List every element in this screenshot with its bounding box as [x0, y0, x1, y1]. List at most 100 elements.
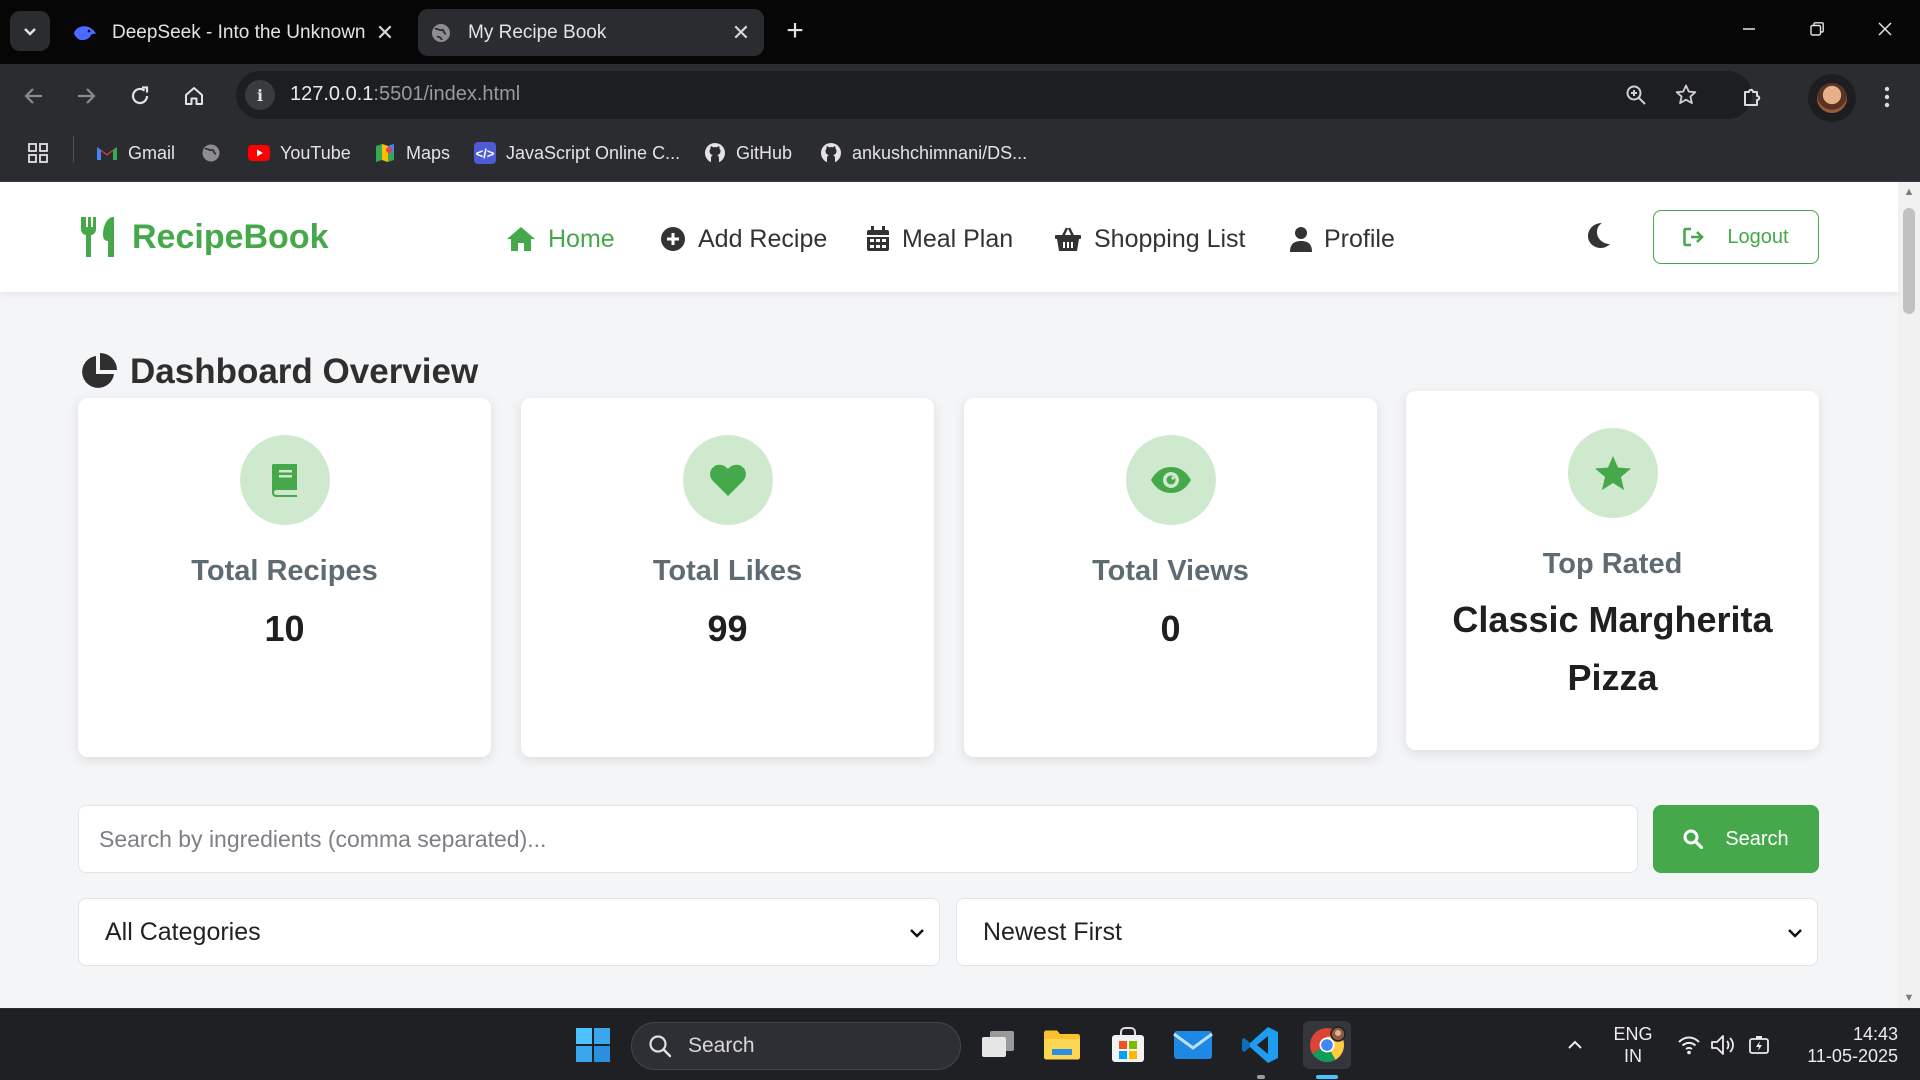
clock[interactable]: 14:43 11-05-2025 [1792, 1023, 1898, 1067]
running-indicator [1257, 1075, 1265, 1079]
extensions-button[interactable] [1734, 78, 1772, 116]
scroll-down-icon[interactable]: ▼ [1903, 992, 1915, 1004]
minimize-icon [1743, 28, 1755, 30]
address-bar[interactable]: i 127.0.0.1:5501/index.html [236, 71, 1752, 119]
globe-icon [200, 142, 222, 164]
taskbar-search[interactable]: Search [631, 1022, 961, 1070]
windows-taskbar: Search ENG IN 14:43 11-05-2025 [0, 1008, 1920, 1080]
bookmark-globe[interactable] [200, 138, 232, 168]
tab-title: DeepSeek - Into the Unknown [112, 21, 366, 43]
category-select[interactable]: All Categories [78, 898, 940, 966]
chrome-icon [1310, 1026, 1346, 1062]
basket-icon [1055, 227, 1081, 251]
vscode-button[interactable] [1236, 1021, 1284, 1069]
browser-tab-recipe-book[interactable]: My Recipe Book ✕ [418, 9, 764, 56]
battery-icon[interactable] [1745, 1031, 1773, 1059]
stat-label: Total Likes [652, 555, 803, 587]
utensils-icon [81, 217, 114, 257]
bookmark-github[interactable]: GitHub [704, 138, 792, 168]
github-icon [820, 142, 842, 164]
scroll-up-icon[interactable]: ▲ [1903, 186, 1915, 198]
stat-label: Total Recipes [191, 555, 378, 587]
close-icon[interactable]: ✕ [726, 20, 756, 46]
nav-profile[interactable]: Profile [1290, 222, 1395, 256]
mail-button[interactable] [1169, 1021, 1217, 1069]
file-explorer-button[interactable] [1038, 1021, 1086, 1069]
browser-tab-bar: DeepSeek - Into the Unknown ✕ My Recipe … [0, 0, 1920, 64]
bookmark-divider [73, 136, 74, 162]
wifi-icon[interactable] [1675, 1031, 1703, 1059]
close-icon[interactable]: ✕ [370, 20, 400, 46]
restore-window-button[interactable] [1784, 0, 1850, 58]
stat-card-top-rated: Top Rated Classic Margherita Pizza [1406, 391, 1819, 750]
new-tab-button[interactable]: + [776, 12, 814, 50]
eye-icon [1125, 435, 1216, 525]
reload-button[interactable] [122, 78, 158, 114]
scrollbar-thumb[interactable] [1903, 208, 1915, 314]
restore-icon [1810, 22, 1824, 36]
volume-icon[interactable] [1709, 1031, 1737, 1059]
logout-button[interactable]: Logout [1653, 210, 1819, 264]
heart-icon [682, 435, 773, 525]
forward-button[interactable] [68, 78, 104, 114]
dashboard-title: Dashboard Overview [78, 350, 478, 394]
book-icon [239, 435, 330, 525]
more-vertical-icon [1884, 86, 1890, 108]
search-icon [1683, 829, 1704, 849]
home-icon [507, 227, 535, 251]
brand-name: RecipeBook [132, 217, 329, 256]
browser-tab-deepseek[interactable]: DeepSeek - Into the Unknown ✕ [62, 9, 408, 56]
nav-meal-plan[interactable]: Meal Plan [866, 222, 1013, 256]
back-button[interactable] [16, 78, 52, 114]
bookmark-star-icon[interactable] [1670, 79, 1702, 111]
profile-avatar-button[interactable] [1808, 74, 1856, 122]
tab-search-dropdown-button[interactable] [10, 11, 50, 51]
microsoft-store-button[interactable] [1104, 1021, 1152, 1069]
bookmark-javascript-online[interactable]: </> JavaScript Online C... [474, 138, 680, 168]
page-scrollbar[interactable]: ▲ ▼ [1898, 182, 1920, 1008]
chevron-down-icon [910, 929, 924, 938]
home-button[interactable] [176, 78, 212, 114]
bookmark-ankushchimnani[interactable]: ankushchimnani/DS... [820, 138, 1027, 168]
browser-menu-button[interactable] [1868, 78, 1906, 116]
nav-home[interactable]: Home [506, 222, 615, 256]
star-icon [1567, 428, 1658, 518]
chevron-down-icon [24, 28, 36, 36]
apps-grid-button[interactable] [26, 138, 50, 168]
arrow-right-icon [78, 88, 96, 104]
minimize-window-button[interactable] [1716, 0, 1782, 58]
home-icon [185, 87, 203, 105]
moon-icon [1588, 223, 1610, 248]
bookmark-youtube[interactable]: YouTube [248, 138, 351, 168]
plus-circle-icon [661, 227, 685, 251]
mail-icon [1173, 1031, 1213, 1059]
zoom-icon[interactable] [1620, 79, 1652, 111]
theme-toggle-button[interactable] [1584, 220, 1618, 254]
task-view-button[interactable] [974, 1021, 1022, 1069]
app-navbar: RecipeBook Home Add Recipe Meal Plan Sho… [0, 182, 1898, 292]
arrow-left-icon [24, 88, 42, 104]
sort-select[interactable]: Newest First [956, 898, 1818, 966]
language-indicator[interactable]: ENG IN [1608, 1023, 1658, 1067]
site-info-icon[interactable]: i [245, 80, 275, 110]
search-icon [649, 1035, 672, 1058]
start-button[interactable] [569, 1021, 617, 1069]
close-window-button[interactable] [1852, 0, 1918, 58]
active-app-indicator [1316, 1075, 1338, 1079]
nav-add-recipe[interactable]: Add Recipe [660, 222, 827, 256]
stat-value: 10 [264, 608, 305, 649]
pie-chart-icon [82, 353, 117, 388]
stat-card-total-recipes: Total Recipes 10 [78, 398, 491, 757]
vscode-icon [1242, 1027, 1278, 1063]
tab-title: My Recipe Book [468, 21, 607, 43]
stat-card-total-likes: Total Likes 99 [521, 398, 934, 757]
brand-logo[interactable]: RecipeBook [78, 214, 329, 260]
nav-shopping-list[interactable]: Shopping List [1054, 222, 1246, 256]
bookmark-maps[interactable]: Maps [374, 138, 450, 168]
bookmark-gmail[interactable]: Gmail [96, 138, 175, 168]
show-hidden-icons-button[interactable] [1561, 1031, 1589, 1059]
search-button[interactable]: Search [1653, 805, 1819, 873]
ingredient-search-input[interactable] [78, 805, 1638, 873]
chrome-button[interactable] [1303, 1021, 1351, 1069]
deepseek-whale-icon [72, 20, 98, 46]
